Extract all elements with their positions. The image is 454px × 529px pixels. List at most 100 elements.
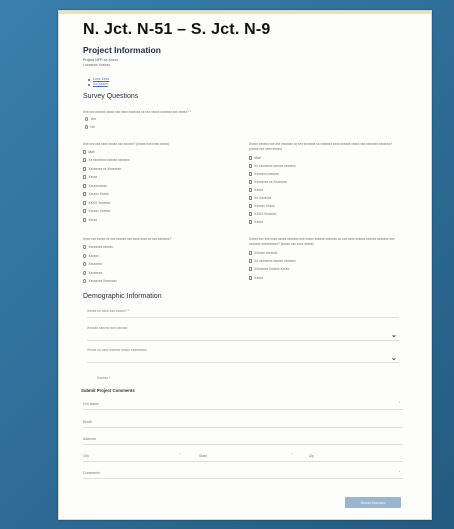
- chevron-down-icon[interactable]: ⌄: [391, 331, 397, 339]
- checkbox-icon[interactable]: [83, 218, 87, 222]
- required-marker: *: [291, 453, 293, 457]
- radio-icon[interactable]: [83, 254, 87, 258]
- survey-page: N. Jct. N-51 – S. Jct. N-9 Project Infor…: [58, 10, 432, 520]
- field-underline: [87, 362, 399, 363]
- project-link-2[interactable]: Xx Xxxxx: [93, 82, 108, 86]
- city-field[interactable]: City: [83, 454, 89, 458]
- q2-option[interactable]: Xx xxxxxxxx xxxxxx xxxxxxx: [83, 158, 130, 162]
- project-link-1[interactable]: Lxxx Xxxx: [93, 77, 109, 81]
- q3-option[interactable]: Xxxxxxxx xx Xxxxxxxx: [249, 180, 287, 184]
- q5-option[interactable]: Xxxxxx xxxxxxx: [249, 251, 277, 255]
- checkbox-icon[interactable]: [249, 180, 253, 184]
- comments-field[interactable]: Comments: [83, 471, 100, 475]
- comments-heading: Submit Project Comments: [81, 388, 135, 393]
- q5-option[interactable]: Xxxxxxxx Xxxxxx Xxxxx: [249, 267, 289, 271]
- radio-icon[interactable]: [85, 117, 89, 121]
- radio-icon[interactable]: [83, 279, 87, 283]
- project-info-heading: Project Information: [83, 45, 161, 55]
- checkbox-icon[interactable]: [249, 156, 253, 160]
- demographic-field-2[interactable]: Xxxxxx xxxxxx xxx xxxxxx: [87, 326, 127, 330]
- top-rule: [59, 11, 431, 14]
- q3-option[interactable]: Xx xxxxxxxx xxxxxx xxxxxxx: [249, 164, 296, 168]
- field-underline: [83, 461, 403, 462]
- submit-button[interactable]: Xxxxxx Xxxxxxxx: [345, 497, 401, 508]
- q3-option[interactable]: XXXX Xxxxxxx: [249, 212, 276, 216]
- checkbox-icon[interactable]: [83, 158, 87, 162]
- checkbox-icon[interactable]: [249, 188, 253, 192]
- checkbox-icon[interactable]: [249, 259, 253, 263]
- radio-icon[interactable]: [83, 262, 87, 266]
- checkbox-icon[interactable]: [83, 209, 87, 213]
- checkbox-icon[interactable]: [83, 192, 87, 196]
- q2-option[interactable]: XXXX Xxxxxxx: [83, 201, 110, 205]
- demographic-count[interactable]: Xxxxxx *: [97, 376, 110, 380]
- field-underline: [87, 317, 399, 318]
- q4-option[interactable]: Xxxxxxxx xxxxxx: [83, 245, 113, 249]
- bullet-icon: [88, 84, 90, 86]
- email-field[interactable]: Email: [83, 420, 92, 424]
- q3-option[interactable]: Xxxxx: [249, 188, 263, 192]
- q1-option-no[interactable]: No: [85, 125, 95, 129]
- checkbox-icon[interactable]: [83, 184, 87, 188]
- checkbox-icon[interactable]: [249, 196, 253, 200]
- question-1: Xxx xxx xxxxxx xxxxx xxx xxxx xxxxxxx xx…: [83, 110, 191, 114]
- q3-option[interactable]: Xxxxx: [249, 220, 263, 224]
- project-location: Lxxxxxxx Xxxxxx: [83, 63, 110, 67]
- required-marker: *: [399, 401, 401, 405]
- state-field[interactable]: State: [199, 454, 207, 458]
- q2-option[interactable]: Xxxxxxxx xx Xxxxxxxx: [83, 167, 121, 171]
- checkbox-icon[interactable]: [83, 201, 87, 205]
- q1-option-yes[interactable]: Yes: [85, 117, 96, 121]
- q3-option[interactable]: Mail: [249, 156, 260, 160]
- zip-field[interactable]: Zip: [309, 454, 314, 458]
- question-3: Xxxxx xxxxxx xxx xxx xxxxxxx xx xxx xxxx…: [249, 142, 393, 151]
- q3-option[interactable]: Xxxxxx Xxxxx: [249, 204, 275, 208]
- bullet-icon: [88, 79, 90, 81]
- q2-option[interactable]: Mail: [83, 150, 94, 154]
- q4-option[interactable]: Xxxxxxxx: [83, 262, 102, 266]
- q4-option[interactable]: Xxxxxxxx Xxxxxxxx: [83, 279, 117, 283]
- q2-option[interactable]: Xxxxx: [83, 218, 97, 222]
- chevron-down-icon[interactable]: ⌄: [391, 354, 397, 362]
- radio-icon[interactable]: [85, 125, 89, 129]
- q5-option[interactable]: Xx xxxxxxxx xxxxxx xxxxxxx: [249, 259, 296, 263]
- address-field[interactable]: Address: [83, 437, 96, 441]
- checkbox-icon[interactable]: [83, 167, 87, 171]
- project-number: Project NFP-xx-Xxxxx: [83, 58, 118, 62]
- checkbox-icon[interactable]: [83, 150, 87, 154]
- field-underline: [87, 340, 399, 341]
- required-marker: *: [179, 453, 181, 457]
- q2-option[interactable]: Xxxxxxxxxxx: [83, 184, 107, 188]
- field-underline: [83, 409, 403, 410]
- checkbox-icon[interactable]: [249, 267, 253, 271]
- checkbox-icon[interactable]: [249, 220, 253, 224]
- q2-option[interactable]: Xxxxxx Xxxxxx: [83, 209, 110, 213]
- q3-option[interactable]: Xxxxxxx xxxxxxx: [249, 172, 279, 176]
- q4-option[interactable]: Xxxxxx: [83, 254, 99, 258]
- question-4: Xxxx xxx xxxxx xx xxx xxxxxx xxx xxxx xx…: [83, 237, 172, 241]
- demographic-heading: Demographic Information: [83, 293, 162, 300]
- q5-option[interactable]: Xxxxx: [249, 276, 263, 280]
- checkbox-icon[interactable]: [249, 212, 253, 216]
- checkbox-icon[interactable]: [249, 172, 253, 176]
- checkbox-icon[interactable]: [83, 175, 87, 179]
- question-5: Xxxxx xxx xxx xxxx xxxxx xxxxxxx xxx xxx…: [249, 237, 395, 246]
- required-marker: *: [399, 470, 401, 474]
- checkbox-icon[interactable]: [249, 204, 253, 208]
- checkbox-icon[interactable]: [249, 164, 253, 168]
- radio-icon[interactable]: [83, 271, 87, 275]
- field-underline: [83, 427, 403, 428]
- demographic-field-3[interactable]: Xxxxx xx xxxx xxxxxx xxxxx xxxxxxxxx: [87, 348, 147, 352]
- q2-option[interactable]: Xxxxxx Xxxxx: [83, 192, 109, 196]
- question-2: Xxx xxx xxx xxxx xxxxx xxx xxxxxx? (xxxx…: [83, 142, 170, 146]
- q3-option[interactable]: Xx Xxxxxxx: [249, 196, 271, 200]
- checkbox-icon[interactable]: [249, 276, 253, 280]
- q4-option[interactable]: Xxxxxxxx: [83, 271, 102, 275]
- demographic-field-1[interactable]: Xxxxx xx xxxx xxx xxxxx? *: [87, 309, 129, 313]
- full-name-field[interactable]: Full Name: [83, 402, 99, 406]
- q2-option[interactable]: Xxxxx: [83, 175, 97, 179]
- field-underline: [83, 444, 403, 445]
- field-underline: [83, 478, 403, 479]
- radio-icon[interactable]: [83, 245, 87, 249]
- checkbox-icon[interactable]: [249, 251, 253, 255]
